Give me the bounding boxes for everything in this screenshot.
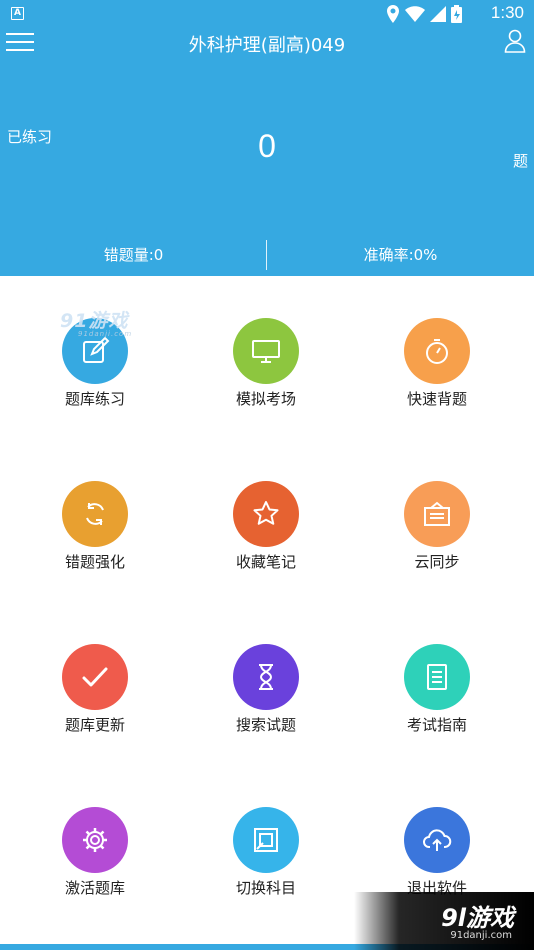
location-icon	[387, 5, 399, 23]
watermark-brand: 9l游戏	[441, 904, 514, 932]
menu-item-favorites[interactable]: 收藏笔记	[191, 439, 341, 571]
practiced-count: 0	[258, 128, 276, 164]
menu-item-cloud-sync[interactable]: 云同步	[362, 439, 512, 571]
stats-bar: 错题量:0 准确率:0%	[0, 240, 534, 276]
menu-label: 搜索试题	[235, 716, 296, 734]
menu-item-exit[interactable]: 退出软件	[362, 765, 512, 897]
cloud-upload-icon	[404, 807, 470, 873]
menu-label: 考试指南	[406, 716, 467, 734]
page-title: 外科护理(副高)049	[188, 35, 346, 56]
menu-label: 收藏笔记	[235, 553, 296, 571]
star-icon	[233, 481, 299, 547]
menu-item-mock-exam[interactable]: 模拟考场	[191, 276, 341, 408]
menu-label: 模拟考场	[235, 390, 296, 408]
document-icon	[404, 644, 470, 710]
battery-charging-icon	[451, 5, 462, 23]
practiced-unit: 题	[512, 152, 528, 170]
wrong-count: 错题量:0	[103, 246, 164, 264]
refresh-icon	[62, 481, 128, 547]
check-icon	[62, 644, 128, 710]
header: 外科护理(副高)049 已练习 0 题 错题量:0 准确率:0%	[0, 28, 534, 276]
watermark-brand: 91游戏	[60, 310, 129, 332]
accuracy: 准确率:0%	[363, 246, 438, 264]
menu-item-search[interactable]: 搜索试题	[191, 602, 341, 734]
watermark-logo-top: 91游戏 91danji.com	[60, 306, 132, 338]
wifi-icon	[405, 6, 425, 22]
user-icon[interactable]	[504, 29, 526, 53]
box-icon	[404, 481, 470, 547]
signal-icon	[430, 6, 446, 22]
menu-item-wrong-review[interactable]: 错题强化	[20, 439, 170, 571]
menu-label: 云同步	[414, 553, 460, 571]
menu-item-switch-subject[interactable]: 切换科目	[191, 765, 341, 897]
watermark-url: 91danji.com	[450, 930, 512, 941]
monitor-icon	[233, 318, 299, 384]
stopwatch-icon	[404, 318, 470, 384]
switch-icon	[233, 807, 299, 873]
watermark-logo-bottom: 9l游戏 91danji.com	[354, 892, 534, 950]
status-time: 1:30	[490, 3, 524, 22]
menu-label: 快速背题	[406, 390, 467, 408]
menu-item-exam-guide[interactable]: 考试指南	[362, 602, 512, 734]
menu-label: 切换科目	[235, 879, 296, 897]
gear-icon	[62, 807, 128, 873]
notification-a-icon: A	[11, 7, 24, 20]
menu-label: 题库练习	[64, 390, 125, 408]
watermark-url: 91danji.com	[78, 330, 133, 338]
menu-label: 题库更新	[64, 716, 125, 734]
menu-item-bank-update[interactable]: 题库更新	[20, 602, 170, 734]
menu-item-activate[interactable]: 激活题库	[20, 765, 170, 897]
menu-label: 激活题库	[64, 879, 125, 897]
menu-item-quick-review[interactable]: 快速背题	[362, 276, 512, 408]
status-bar: A 1:30	[0, 0, 534, 28]
hourglass-icon	[233, 644, 299, 710]
menu-label: 错题强化	[64, 553, 125, 571]
stats-divider	[266, 240, 267, 270]
status-icons	[386, 4, 462, 24]
